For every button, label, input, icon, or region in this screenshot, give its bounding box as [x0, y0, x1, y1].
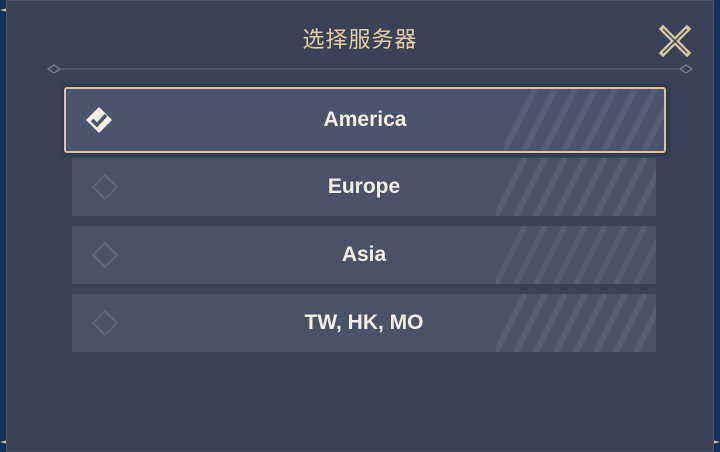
- close-icon: [658, 24, 692, 58]
- server-option-europe[interactable]: Europe: [72, 158, 656, 216]
- server-option-label: America: [323, 108, 407, 131]
- server-option-tw-hk-mo[interactable]: TW, HK, MO: [72, 294, 656, 352]
- server-option-label: Asia: [341, 243, 387, 266]
- close-button[interactable]: [658, 24, 692, 58]
- server-option-label: TW, HK, MO: [304, 311, 424, 334]
- server-option-america[interactable]: America: [64, 87, 666, 153]
- title-divider: [46, 64, 694, 74]
- dialog-title: 选择服务器: [302, 28, 418, 53]
- server-option-label: Europe: [327, 175, 401, 198]
- server-option-asia[interactable]: Asia: [72, 226, 656, 284]
- server-select-dialog: 选择服务器 America Europe Asia TW, HK, MO: [6, 0, 714, 452]
